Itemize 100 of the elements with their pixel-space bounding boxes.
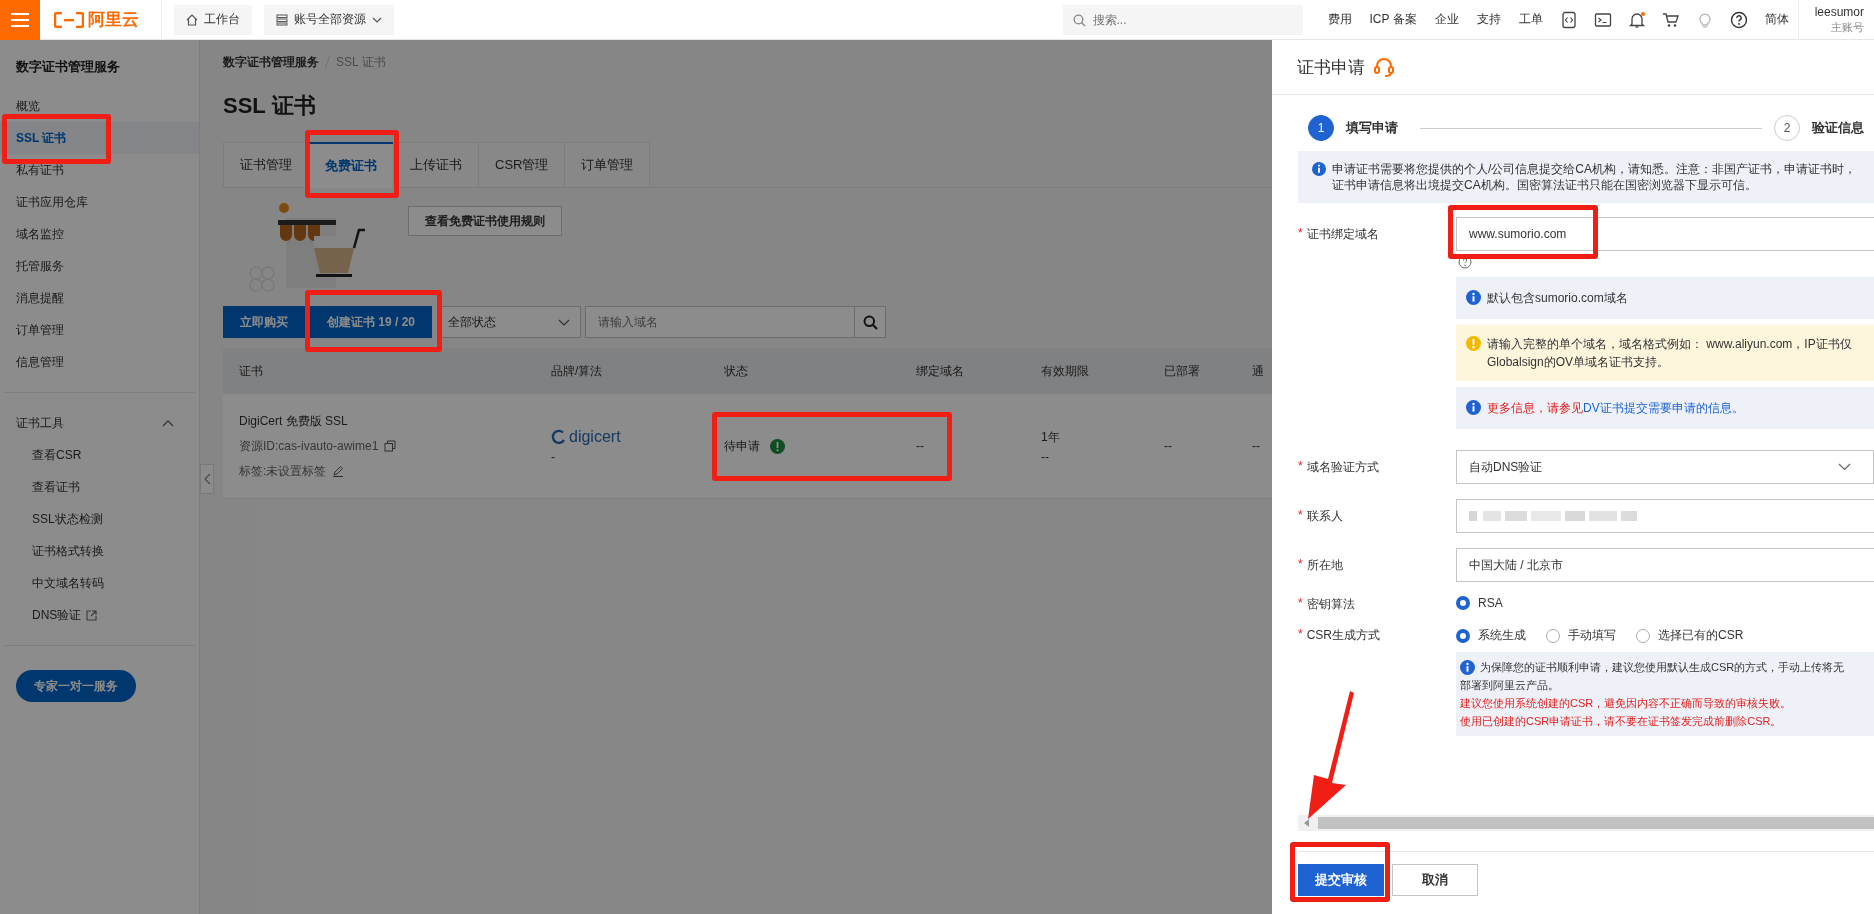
breadcrumb-link[interactable]: 数字证书管理服务 — [223, 53, 319, 71]
search-button[interactable] — [854, 306, 887, 338]
resource-id: 资源ID:cas-ivauto-awime1 — [239, 437, 379, 455]
required-mark: * — [1298, 557, 1303, 573]
tab[interactable]: 证书管理 — [223, 142, 308, 188]
info-icon — [1460, 660, 1475, 675]
step-label: 验证信息 — [1812, 119, 1864, 137]
copy-icon[interactable] — [384, 440, 397, 452]
note-text: 请输入完整的单个域名，域名格式例如： www.aliyun.com，IP证书仅Globalsign的OV单域名证书支持。 — [1487, 336, 1853, 371]
sidebar-item[interactable]: SSL 证书 — [0, 122, 199, 154]
nav-button[interactable]: 工作台 — [174, 4, 252, 35]
required-mark: * — [1298, 596, 1303, 612]
search-icon — [862, 314, 878, 330]
scroll-left-icon[interactable] — [1304, 819, 1310, 827]
certificate-name: DigiCert 免费版 SSL — [239, 412, 349, 430]
text-field[interactable]: www.sumorio.com — [1456, 217, 1874, 251]
horizontal-scrollbar[interactable] — [1298, 815, 1874, 831]
menu-icon — [11, 12, 29, 27]
radio-option[interactable]: 选择已有的CSR — [1636, 627, 1744, 644]
sidebar-subitem[interactable]: SSL状态检测 — [32, 510, 103, 528]
column-header: 品牌/算法 — [550, 362, 604, 380]
table-cell-text: -- — [1252, 439, 1261, 453]
buy-now-button[interactable]: 立即购买 — [223, 306, 305, 338]
field-label: 所在地 — [1306, 557, 1343, 574]
help-icon[interactable] — [1729, 10, 1748, 29]
sidebar-item[interactable]: 证书应用仓库 — [0, 186, 199, 218]
sidebar-subitem[interactable]: 查看证书 — [32, 478, 80, 496]
sidebar-subitem[interactable]: 证书格式转换 — [32, 542, 104, 560]
radio-option[interactable]: 手动填写 — [1546, 627, 1616, 644]
radio-button[interactable] — [1546, 628, 1560, 643]
radio-option[interactable]: 系统生成 — [1456, 627, 1526, 644]
chevron-left-icon — [203, 473, 211, 485]
radio-button[interactable] — [1636, 628, 1650, 643]
table-cell-text: -- — [916, 439, 925, 453]
search-field[interactable]: 搜索... — [1062, 4, 1303, 35]
tab[interactable]: CSR管理 — [478, 142, 565, 188]
brand-logo-text: digicert — [569, 428, 621, 446]
chevron-down-icon — [1838, 463, 1851, 471]
code-icon[interactable] — [1559, 10, 1578, 29]
sidebar-item[interactable]: 订单管理 — [0, 314, 199, 346]
text-field[interactable]: 中国大陆 / 北京市 — [1456, 548, 1874, 582]
sidebar-item[interactable]: 域名监控 — [0, 218, 199, 250]
stack-icon — [276, 13, 288, 26]
radio-button[interactable] — [1456, 628, 1470, 643]
warning-text: 使用已创建的CSR申请证书，请不要在证书签发完成前删除CSR。 — [1460, 714, 1783, 729]
headset-icon[interactable] — [1373, 57, 1395, 77]
text-field[interactable] — [1456, 499, 1874, 533]
collapse-handle[interactable] — [200, 464, 214, 494]
tab[interactable]: 订单管理 — [564, 142, 651, 188]
sidebar-item[interactable]: 消息提醒 — [0, 282, 199, 314]
sidebar-subitem[interactable]: 查看CSR — [32, 446, 82, 464]
home-icon — [186, 13, 198, 26]
column-header: 已部署 — [1163, 362, 1201, 380]
menu-button[interactable] — [0, 0, 40, 40]
radio-option[interactable]: RSA — [1456, 596, 1503, 610]
sidebar-item[interactable]: 私有证书 — [0, 154, 199, 186]
chevron-down-icon — [372, 16, 382, 23]
top-link[interactable]: 企业 — [1425, 11, 1468, 28]
create-certificate-button[interactable]: 创建证书 19 / 20 — [310, 306, 433, 338]
help-link[interactable]: DV证书提交需要申请的信息。 — [1583, 401, 1744, 415]
column-header: 绑定域名 — [915, 362, 965, 380]
top-link[interactable]: 费用 — [1318, 11, 1361, 28]
tab[interactable]: 免费证书 — [308, 142, 393, 188]
expert-service-button[interactable]: 专家一对一服务 — [16, 670, 136, 702]
domain-search-field[interactable]: 请输入域名 — [585, 306, 856, 338]
note-text: 为保障您的证书顺利申请，建议您使用默认生成CSR的方式，手动上传将无 — [1480, 660, 1845, 675]
sidebar-item[interactable]: 托管服务 — [0, 250, 199, 282]
cancel-button[interactable]: 取消 — [1392, 864, 1478, 896]
usage-rules-button[interactable]: 查看免费证书使用规则 — [408, 206, 562, 236]
radio-button[interactable] — [1456, 596, 1470, 610]
select-field[interactable]: 自动DNS验证 — [1456, 450, 1874, 484]
terminal-icon[interactable] — [1593, 10, 1612, 29]
sidebar-group[interactable]: 证书工具 — [0, 407, 199, 439]
nav-button[interactable]: 账号全部资源 — [264, 4, 394, 35]
info-icon — [1466, 400, 1481, 415]
logo-icon — [54, 11, 84, 28]
top-link[interactable]: 工单 — [1509, 11, 1552, 28]
sidebar-item[interactable]: 信息管理 — [0, 346, 199, 378]
sidebar-title: 数字证书管理服务 — [15, 58, 121, 76]
top-link[interactable]: 支持 — [1467, 11, 1510, 28]
submit-button[interactable]: 提交审核 — [1298, 864, 1384, 896]
field-label: 联系人 — [1306, 508, 1343, 525]
step-label: 填写申请 — [1346, 119, 1398, 137]
tab[interactable]: 上传证书 — [393, 142, 478, 188]
required-mark: * — [1298, 459, 1303, 475]
sidebar-subitem[interactable]: DNS验证 — [32, 606, 82, 624]
language-link[interactable]: 简体 — [1755, 11, 1798, 28]
field-label: 密钥算法 — [1306, 596, 1355, 613]
edit-icon[interactable] — [332, 465, 345, 477]
table-cell-text: 1年 — [1041, 428, 1061, 446]
sidebar-item[interactable]: 概览 — [0, 90, 199, 122]
column-header: 状态 — [723, 362, 749, 380]
cart-icon[interactable] — [1661, 10, 1680, 29]
sidebar-subitem[interactable]: 中文域名转码 — [32, 574, 104, 592]
warning-text: 建议您使用系统创建的CSR，避免因内容不正确而导致的审核失败。 — [1460, 696, 1793, 711]
user-name[interactable]: leesumor — [1814, 4, 1864, 20]
top-link[interactable]: ICP 备案 — [1360, 11, 1426, 28]
drawer-title: 证书申请 — [1297, 56, 1365, 79]
field-label: 域名验证方式 — [1306, 459, 1379, 476]
bell-icon[interactable] — [1627, 10, 1646, 29]
